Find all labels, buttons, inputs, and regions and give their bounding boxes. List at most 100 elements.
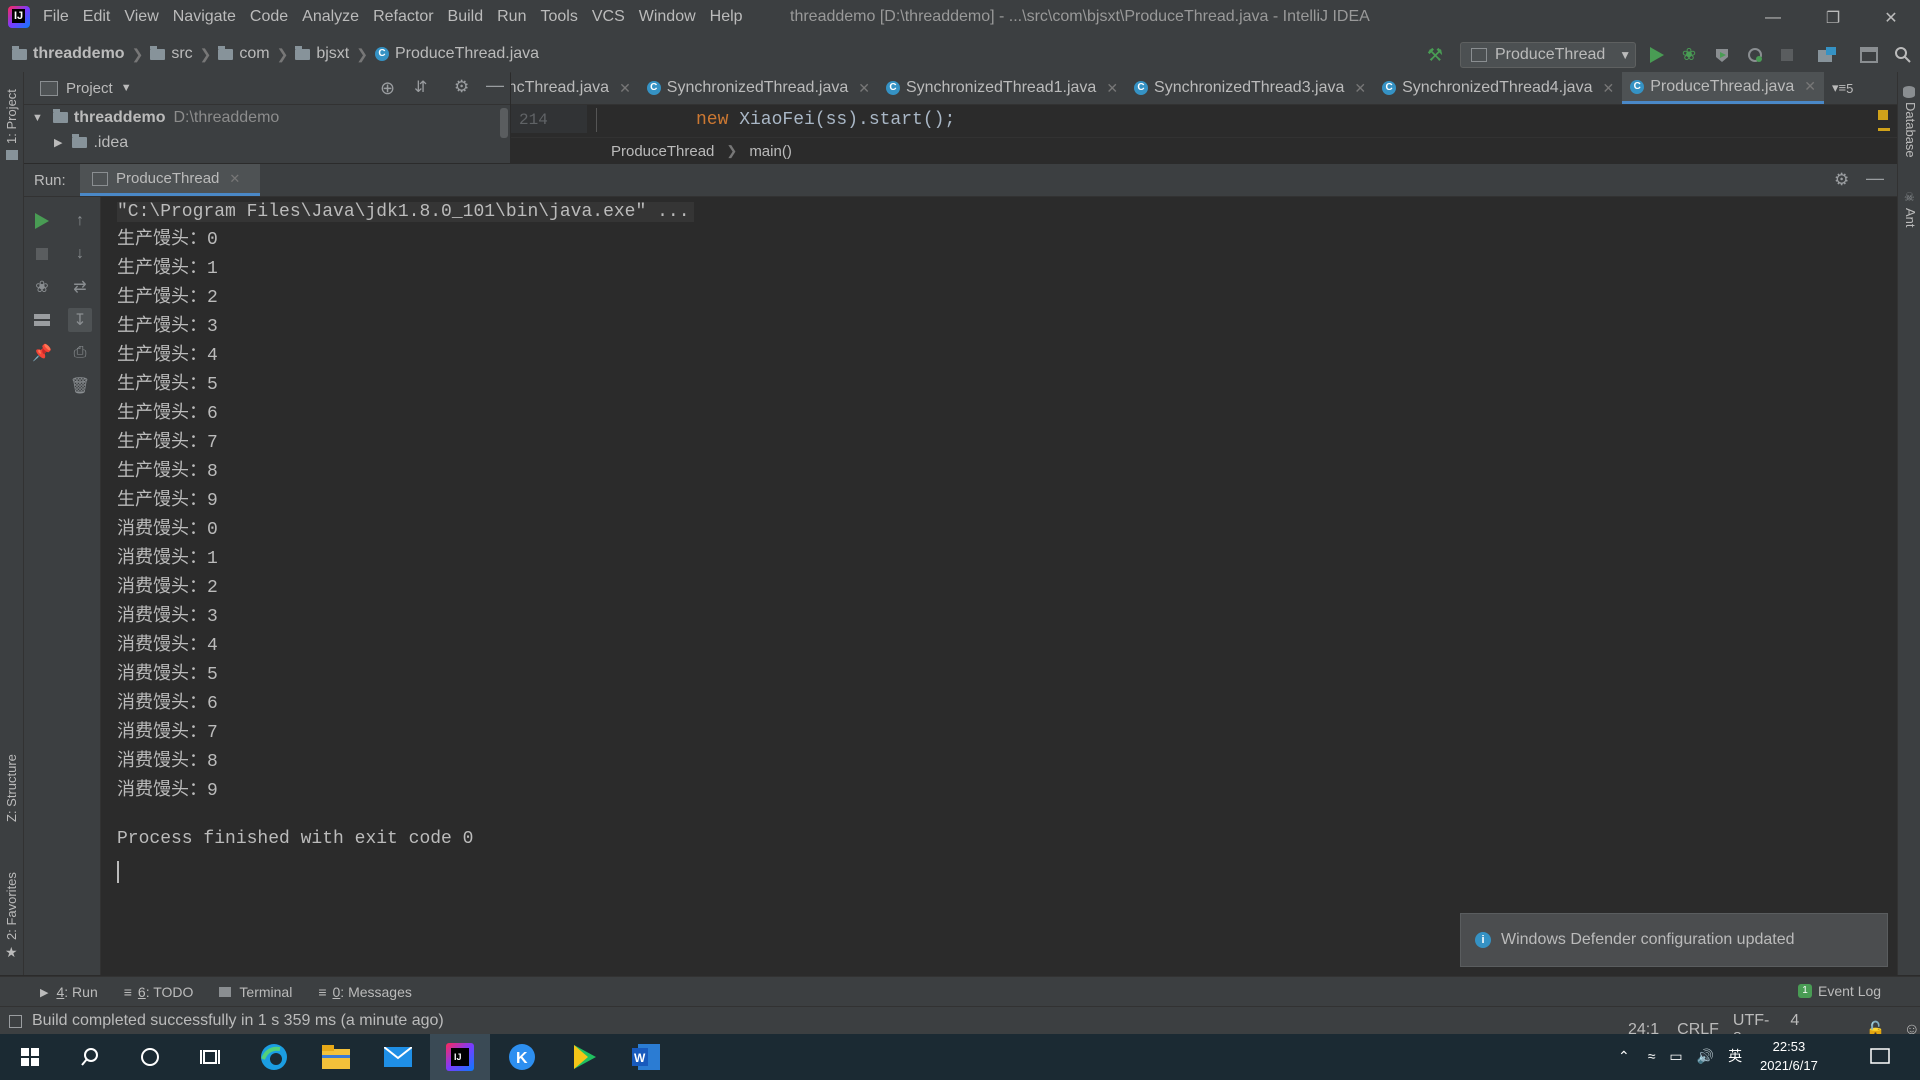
- menu-vcs[interactable]: VCS: [585, 8, 632, 26]
- mail-icon[interactable]: [368, 1034, 428, 1080]
- tool-tab-messages[interactable]: ≡ 0: Messages: [318, 984, 412, 1000]
- stop-icon[interactable]: [30, 242, 54, 266]
- collapse-all-icon[interactable]: ⇵: [414, 77, 427, 97]
- scroll-to-end-icon[interactable]: ↧: [68, 308, 92, 332]
- project-structure-icon[interactable]: [1816, 44, 1838, 66]
- up-arrow-icon[interactable]: ↑: [68, 209, 92, 233]
- notification-balloon[interactable]: i Windows Defender configuration updated: [1460, 913, 1888, 967]
- notifications-icon[interactable]: [1850, 1034, 1910, 1080]
- breadcrumb-class[interactable]: ProduceThread: [611, 143, 714, 160]
- locate-icon[interactable]: ⊕: [380, 78, 395, 99]
- close-icon[interactable]: ✕: [1106, 80, 1118, 97]
- volume-icon[interactable]: 🔊: [1697, 1048, 1714, 1065]
- word-icon[interactable]: W: [616, 1034, 676, 1080]
- menu-file[interactable]: File: [36, 8, 76, 26]
- close-icon[interactable]: ✕: [1602, 80, 1614, 97]
- windows-start-icon[interactable]: [0, 1034, 60, 1080]
- intellij-logo-icon[interactable]: [8, 6, 30, 28]
- project-view-select[interactable]: Project: [66, 80, 113, 97]
- run-icon[interactable]: [1646, 44, 1668, 66]
- chevron-down-icon[interactable]: ▼: [121, 82, 132, 94]
- menu-code[interactable]: Code: [243, 8, 295, 26]
- cortana-icon[interactable]: [120, 1034, 180, 1080]
- menu-help[interactable]: Help: [703, 8, 750, 26]
- hide-panel-icon[interactable]: —: [1866, 168, 1884, 189]
- minimize-button[interactable]: —: [1750, 0, 1796, 36]
- tree-item-root[interactable]: ▼ threaddemo D:\threaddemo: [24, 105, 510, 130]
- k-app-icon[interactable]: K: [492, 1034, 552, 1080]
- tree-item-idea[interactable]: ▶ .idea: [24, 130, 510, 155]
- media-player-icon[interactable]: [554, 1034, 614, 1080]
- scrollbar-thumb[interactable]: [500, 108, 508, 138]
- menu-run[interactable]: Run: [490, 8, 533, 26]
- debug-icon[interactable]: ❀: [1678, 44, 1700, 66]
- database-tool-button[interactable]: Database: [1903, 102, 1918, 158]
- clock[interactable]: 22:53 2021/6/17: [1760, 1037, 1818, 1075]
- wifi-icon[interactable]: ≈: [1648, 1048, 1656, 1064]
- search-icon[interactable]: [1892, 44, 1914, 66]
- tool-tab-event-log[interactable]: 1 Event Log: [1798, 983, 1881, 999]
- task-view-icon[interactable]: [180, 1034, 240, 1080]
- battery-icon[interactable]: ▭: [1669, 1048, 1682, 1065]
- crumb-com[interactable]: com: [218, 45, 270, 63]
- tab-producethread[interactable]: C ProduceThread.java ✕: [1622, 72, 1825, 104]
- favorites-tool-button[interactable]: 2: Favorites: [4, 872, 19, 940]
- trash-icon[interactable]: 🗑: [68, 374, 92, 398]
- menu-edit[interactable]: Edit: [76, 8, 118, 26]
- search-icon[interactable]: [60, 1034, 120, 1080]
- chevron-up-icon[interactable]: ⌃: [1618, 1048, 1630, 1065]
- menu-navigate[interactable]: Navigate: [166, 8, 243, 26]
- edge-browser-icon[interactable]: [244, 1034, 304, 1080]
- breadcrumb-method[interactable]: main(): [749, 143, 792, 160]
- tab-syncthread[interactable]: SyncThread.java ✕: [511, 72, 639, 104]
- crumb-src[interactable]: src: [150, 45, 193, 63]
- crumb-project[interactable]: threaddemo: [12, 45, 125, 63]
- tool-tab-todo[interactable]: ≡ 6: TODO: [124, 984, 194, 1000]
- project-tool-button[interactable]: 1: Project: [4, 89, 19, 144]
- tab-synchronizedthread3[interactable]: C SynchronizedThread3.java ✕: [1126, 72, 1374, 104]
- build-hammer-icon[interactable]: ⚒: [1424, 44, 1446, 66]
- gear-icon[interactable]: ⚙: [454, 77, 469, 97]
- menu-analyze[interactable]: Analyze: [295, 8, 366, 26]
- close-icon[interactable]: ✕: [619, 80, 631, 97]
- run-tab-producethread[interactable]: ProduceThread ✕: [80, 164, 260, 196]
- expanded-arrow-icon[interactable]: ▼: [32, 112, 43, 124]
- rerun-icon[interactable]: [30, 209, 54, 233]
- stop-icon[interactable]: [1776, 44, 1798, 66]
- restore-button[interactable]: ❐: [1810, 0, 1856, 36]
- more-tabs-button[interactable]: ▾≡ 5: [1824, 72, 1861, 104]
- menu-refactor[interactable]: Refactor: [366, 8, 440, 26]
- close-icon[interactable]: ✕: [229, 171, 240, 187]
- close-icon[interactable]: ✕: [858, 80, 870, 97]
- structure-tool-button[interactable]: Z: Structure: [4, 754, 19, 822]
- menu-window[interactable]: Window: [632, 8, 703, 26]
- inspection-warning-icon[interactable]: [1878, 110, 1888, 120]
- coverage-icon[interactable]: [1711, 44, 1733, 66]
- crumb-bjsxt[interactable]: bjsxt: [295, 45, 349, 63]
- input-method-indicator[interactable]: 英: [1728, 1046, 1742, 1066]
- tab-synchronizedthread[interactable]: C SynchronizedThread.java ✕: [639, 72, 878, 104]
- tool-tab-terminal[interactable]: Terminal: [219, 984, 292, 1000]
- menu-view[interactable]: View: [117, 8, 165, 26]
- ant-tool-button[interactable]: Ant: [1903, 208, 1918, 228]
- tab-synchronizedthread4[interactable]: C SynchronizedThread4.java ✕: [1374, 72, 1622, 104]
- restore-layout-icon[interactable]: [30, 308, 54, 332]
- down-arrow-icon[interactable]: ↓: [68, 242, 92, 266]
- tab-synchronizedthread1[interactable]: C SynchronizedThread1.java ✕: [878, 72, 1126, 104]
- pin-icon[interactable]: 📌: [30, 341, 54, 365]
- intellij-taskbar-icon[interactable]: IJ: [430, 1034, 490, 1080]
- close-icon[interactable]: ✕: [1354, 80, 1366, 97]
- error-stripe-mark[interactable]: [1878, 128, 1890, 131]
- tool-tab-run[interactable]: ▶ 4: Run: [40, 984, 98, 1000]
- crumb-file[interactable]: C ProduceThread.java: [374, 45, 539, 63]
- print-icon[interactable]: ⎙: [68, 341, 92, 365]
- soft-wrap-icon[interactable]: ⇄: [68, 275, 92, 299]
- menu-build[interactable]: Build: [441, 8, 491, 26]
- status-message[interactable]: Build completed successfully in 1 s 359 …: [32, 1012, 444, 1030]
- layout-icon[interactable]: [1858, 44, 1880, 66]
- collapsed-arrow-icon[interactable]: ▶: [54, 136, 62, 149]
- menu-tools[interactable]: Tools: [533, 8, 584, 26]
- console-output[interactable]: "C:\Program Files\Java\jdk1.8.0_101\bin\…: [101, 197, 1897, 975]
- toggle-tool-windows-icon[interactable]: [9, 1014, 22, 1028]
- hide-panel-icon[interactable]: —: [486, 75, 504, 96]
